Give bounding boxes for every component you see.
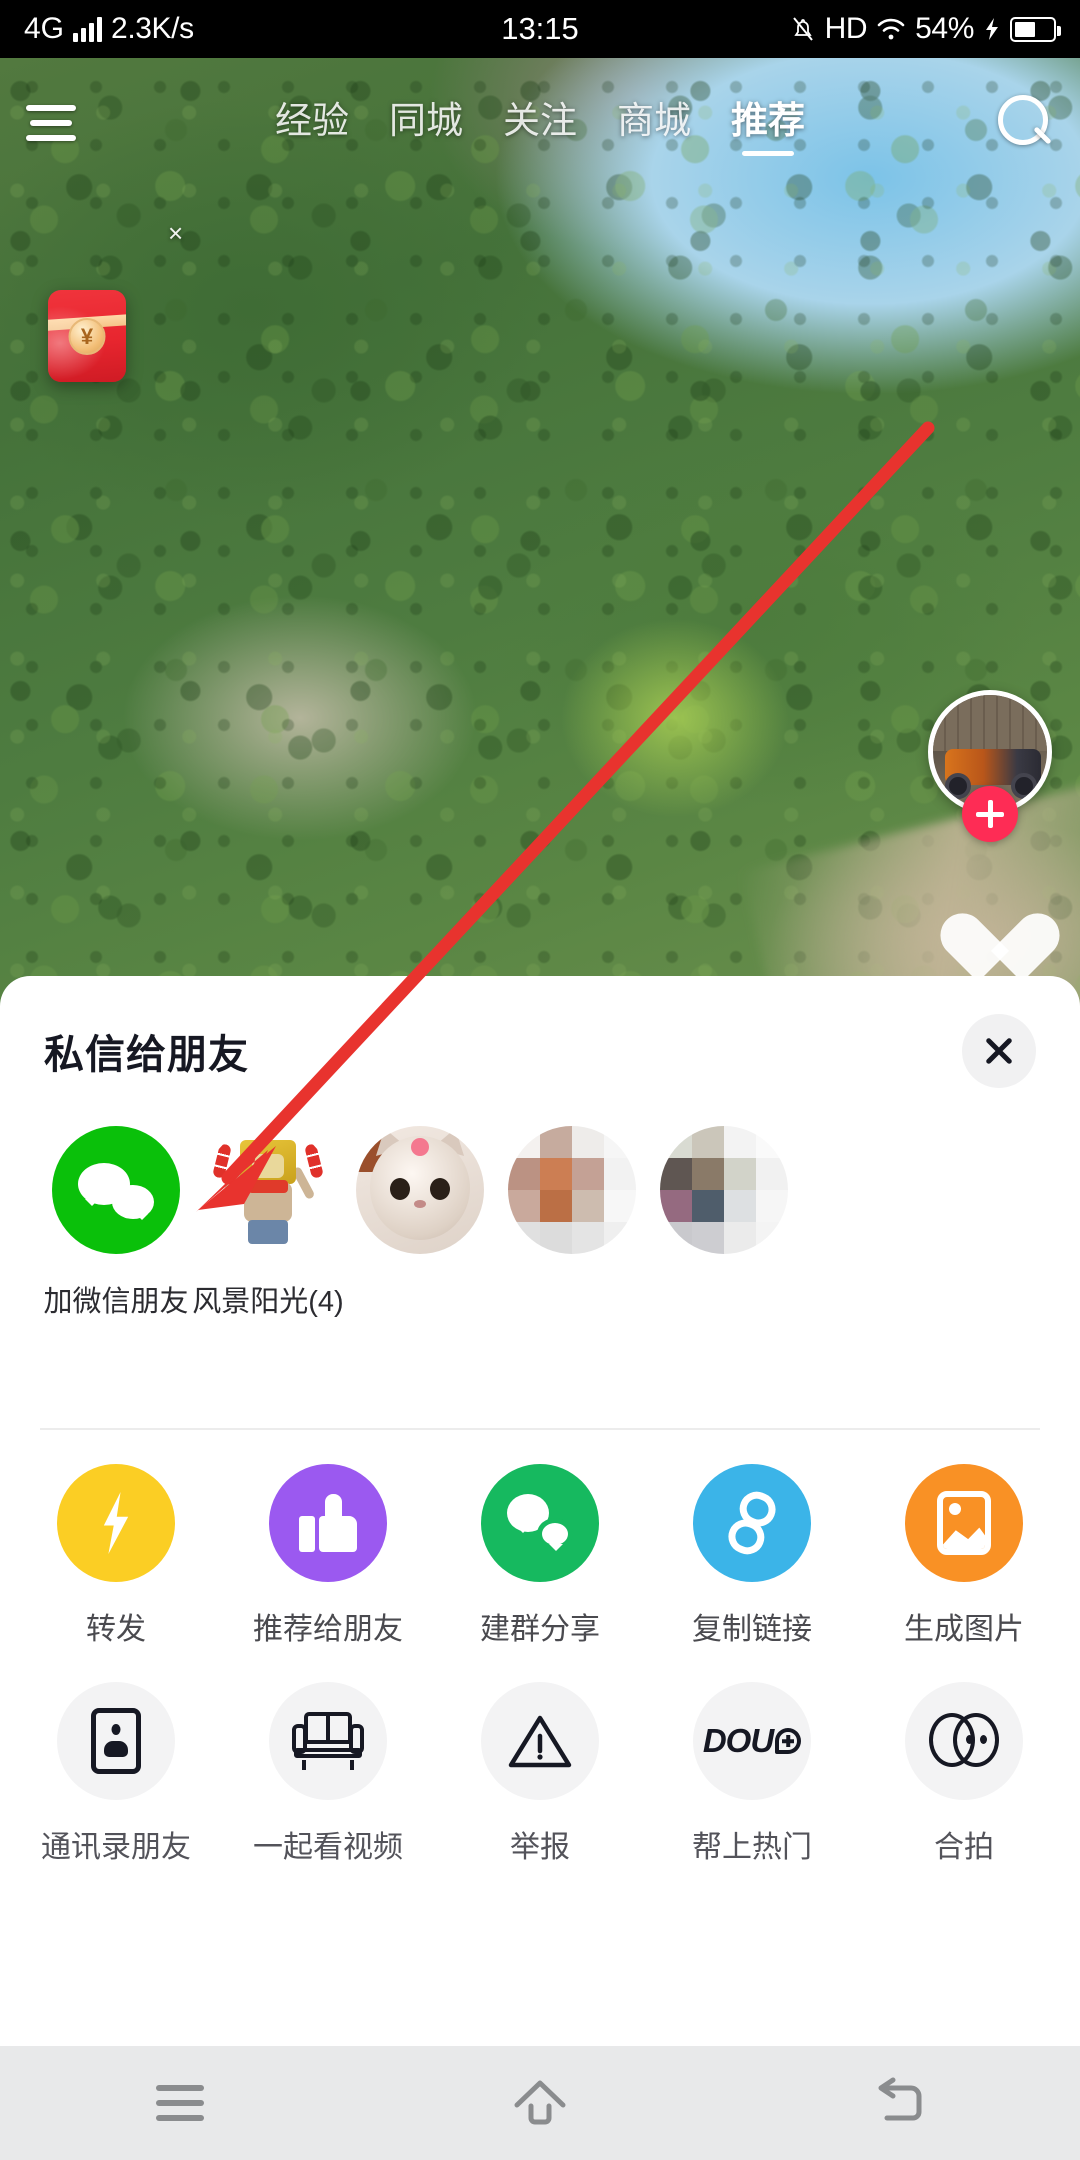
avatar-wall-bg (933, 695, 1047, 751)
mute-bell-icon (792, 17, 813, 41)
action-label: 一起看视频 (253, 1831, 403, 1864)
tab-tuijian[interactable]: 推荐 (731, 90, 805, 156)
thumbs-up-icon (269, 1464, 387, 1582)
wechat-icon (52, 1126, 180, 1254)
android-nav-bar (0, 2046, 1080, 2160)
action-label: 举报 (510, 1831, 570, 1864)
action-generate-image[interactable]: 生成图片 (858, 1464, 1070, 1648)
sofa-icon (269, 1682, 387, 1800)
share-sheet: 私信给朋友 加微信朋友 风景阳光(4) 转发 推荐给朋友 建群分享 复制链接 生… (0, 976, 1080, 2046)
contact-item-wechat[interactable]: 加微信朋友 (40, 1126, 192, 1406)
action-promote[interactable]: DOU 帮上热门 (646, 1682, 858, 1866)
image-icon (905, 1464, 1023, 1582)
action-forward[interactable]: 转发 (10, 1464, 222, 1648)
duet-icon (905, 1682, 1023, 1800)
hd-indicator: HD (824, 12, 868, 45)
action-recommend-friend[interactable]: 推荐给朋友 (222, 1464, 434, 1648)
avatar-wheel-left (945, 773, 971, 799)
signal-bars-icon (73, 16, 103, 42)
search-icon[interactable] (994, 93, 1054, 153)
back-icon[interactable] (840, 2067, 960, 2139)
mosaic-avatar (660, 1126, 788, 1254)
action-group-share[interactable]: 建群分享 (434, 1464, 646, 1648)
contact-label: 加微信朋友 (43, 1286, 189, 1318)
action-contacts-friend[interactable]: 通讯录朋友 (10, 1682, 222, 1866)
action-label: 转发 (86, 1613, 146, 1646)
dou-text: DOU (702, 1722, 774, 1759)
tab-tongcheng[interactable]: 同城 (389, 90, 463, 156)
bright-tree (560, 618, 790, 818)
status-bar: 4G 2.3K/s 13:15 HD 54% (0, 0, 1080, 58)
warning-triangle-icon (481, 1682, 599, 1800)
battery-icon (1010, 16, 1061, 42)
action-label: 合拍 (934, 1831, 994, 1864)
follow-button[interactable] (962, 786, 1018, 842)
action-copy-link[interactable]: 复制链接 (646, 1464, 858, 1648)
close-icon[interactable] (962, 1014, 1036, 1088)
action-label: 生成图片 (904, 1613, 1024, 1646)
action-duet[interactable]: 合拍 (858, 1682, 1070, 1866)
battery-percent: 54% (915, 12, 974, 45)
status-right: HD 54% (790, 12, 1061, 46)
share-sheet-title: 私信给朋友 (44, 1033, 249, 1077)
red-packet-icon[interactable]: ¥ (48, 290, 126, 382)
close-icon[interactable]: × (168, 220, 183, 246)
tab-jingyan[interactable]: 经验 (275, 90, 349, 156)
status-left: 4G 2.3K/s (24, 12, 194, 46)
contact-label: 风景阳光(4) (192, 1286, 344, 1318)
tab-shangcheng[interactable]: 商城 (617, 90, 691, 156)
video-player[interactable] (0, 58, 1080, 1068)
contact-item-group[interactable]: 风景阳光(4) (192, 1126, 344, 1406)
network-type: 4G (24, 12, 65, 45)
menu-icon[interactable] (120, 2067, 240, 2139)
action-label: 通讯录朋友 (41, 1831, 191, 1864)
tab-guanzhu[interactable]: 关注 (503, 90, 577, 156)
mosaic-avatar (508, 1126, 636, 1254)
dou-plus-icon: DOU (693, 1682, 811, 1800)
hamburger-icon[interactable] (26, 105, 80, 141)
contact-item-cat[interactable] (344, 1126, 496, 1406)
lightning-icon (57, 1464, 175, 1582)
action-label: 复制链接 (692, 1613, 812, 1646)
red-packet-widget[interactable]: × ¥ (48, 220, 183, 382)
actions-row-1: 转发 推荐给朋友 建群分享 复制链接 生成图片 (0, 1464, 1080, 1648)
contacts-row: 加微信朋友 风景阳光(4) (0, 1126, 1080, 1406)
yuan-symbol: ¥ (68, 318, 106, 355)
contact-item-hidden-1[interactable] (496, 1126, 648, 1406)
actions-row-2: 通讯录朋友 一起看视频 举报 DOU 帮上热门 合拍 (0, 1682, 1080, 1866)
home-icon[interactable] (480, 2067, 600, 2139)
network-speed: 2.3K/s (111, 12, 194, 45)
action-report[interactable]: 举报 (434, 1682, 646, 1866)
author-avatar-block (928, 690, 1052, 842)
action-watch-together[interactable]: 一起看视频 (222, 1682, 434, 1866)
action-label: 推荐给朋友 (253, 1613, 403, 1646)
nav-tabs: 经验 同城 关注 商城 推荐 (96, 90, 984, 156)
lion-mascot-avatar (204, 1126, 332, 1254)
group-chat-icon (481, 1464, 599, 1582)
contact-item-hidden-2[interactable] (648, 1126, 800, 1406)
action-label: 建群分享 (480, 1613, 600, 1646)
share-sheet-header: 私信给朋友 (0, 976, 1080, 1126)
cat-avatar (356, 1126, 484, 1254)
avatar-wheel-right (1011, 773, 1037, 799)
contact-card-icon (57, 1682, 175, 1800)
charging-bolt-icon (986, 18, 998, 40)
top-navigation: 经验 同城 关注 商城 推荐 (0, 78, 1080, 168)
divider (40, 1428, 1040, 1430)
link-icon (693, 1464, 811, 1582)
wifi-icon (877, 18, 905, 40)
action-label: 帮上热门 (692, 1831, 812, 1864)
